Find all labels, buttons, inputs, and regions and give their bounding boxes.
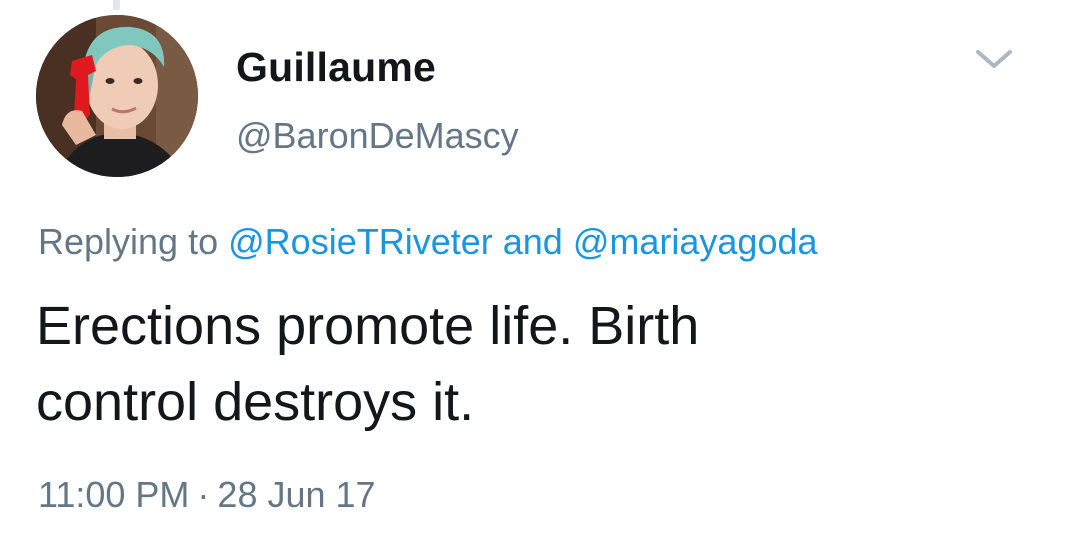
timestamp-separator: ·	[197, 474, 210, 515]
thread-connector-line	[113, 0, 120, 10]
chevron-down-icon[interactable]	[972, 44, 1016, 74]
tweet-card: Guillaume @BaronDeMascy Replying to @Ros…	[0, 0, 1079, 546]
mention-link-maria[interactable]: @mariayagoda	[573, 221, 818, 262]
mention-conjunction: and	[502, 221, 563, 262]
profile-photo	[36, 15, 198, 177]
replying-to-label: Replying to	[38, 221, 219, 262]
author-display-name[interactable]: Guillaume	[236, 44, 436, 91]
author-handle[interactable]: @BaronDeMascy	[236, 115, 519, 157]
tweet-text-line: Erections promote life. Birth	[36, 296, 700, 356]
mention-link-rosie[interactable]: @RosieTRiveter	[228, 221, 493, 262]
tweet-text-line: control destroys it.	[36, 372, 475, 432]
tweet-body: Erections promote life. Birth control de…	[36, 288, 1036, 440]
tweet-time: 11:00 PM	[38, 474, 190, 515]
avatar[interactable]	[36, 15, 198, 177]
tweet-date: 28 Jun 17	[217, 474, 376, 515]
replying-to-context: Replying to @RosieTRiveter and @mariayag…	[38, 221, 818, 263]
tweet-timestamp[interactable]: 11:00 PM · 28 Jun 17	[38, 474, 376, 516]
